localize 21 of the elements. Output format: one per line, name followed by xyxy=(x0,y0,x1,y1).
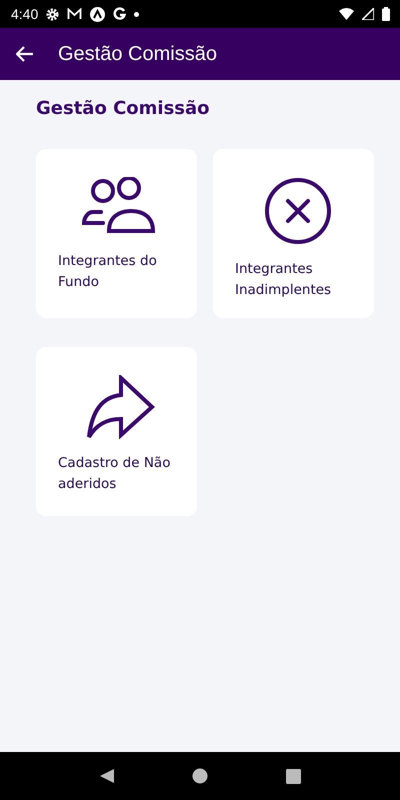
status-time: 4:40 xyxy=(11,6,38,22)
share-arrow-icon xyxy=(86,375,156,439)
battery-icon xyxy=(382,7,390,21)
app-icon xyxy=(90,6,106,22)
recents-nav-icon[interactable] xyxy=(286,768,302,784)
menu-card[interactable]: Integrantes Inadimplentes xyxy=(213,149,374,318)
wifi-icon xyxy=(339,8,354,20)
app-bar-title: Gestão Comissão xyxy=(58,42,217,66)
menu-card[interactable]: Integrantes do Fundo xyxy=(36,149,197,318)
signal-icon xyxy=(362,8,374,20)
g-logo-icon xyxy=(113,7,126,21)
menu-card[interactable]: Cadastro de Não aderidos xyxy=(36,347,197,516)
gear-icon xyxy=(46,8,60,20)
cancel-icon xyxy=(264,177,332,245)
back-arrow-icon xyxy=(16,46,34,62)
back-nav-icon[interactable] xyxy=(98,768,115,784)
home-nav-icon[interactable] xyxy=(192,768,208,784)
back-button[interactable] xyxy=(16,46,34,62)
dot-icon xyxy=(134,12,140,16)
mail-icon xyxy=(67,8,82,20)
section-title: Gestão Comissão xyxy=(36,98,211,119)
